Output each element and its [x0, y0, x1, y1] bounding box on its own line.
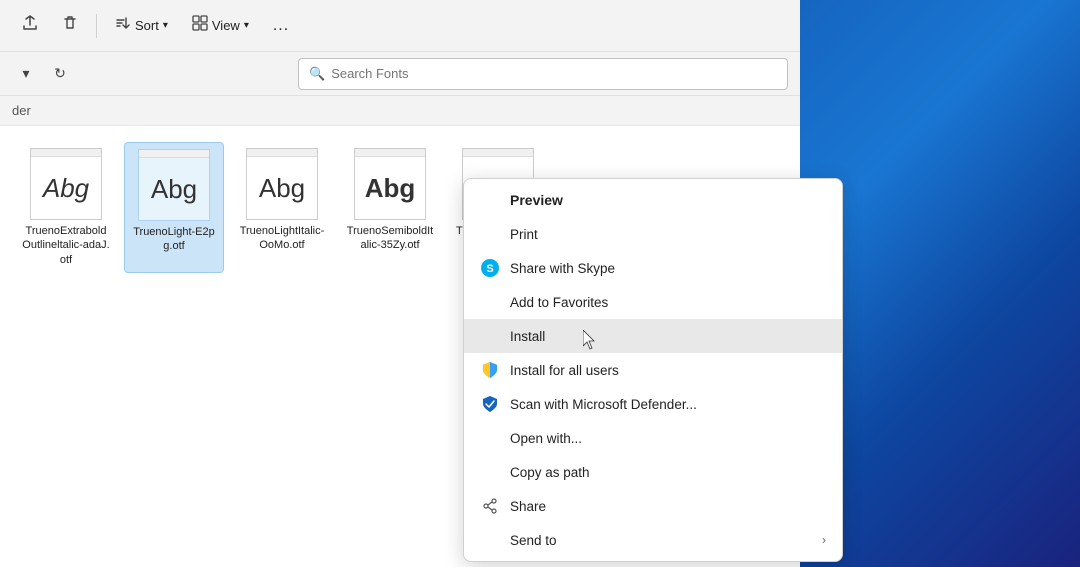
svg-text:S: S	[486, 263, 493, 275]
print-label: Print	[510, 227, 538, 242]
install-all-label: Install for all users	[510, 363, 619, 378]
view-button[interactable]: View ▾	[182, 10, 259, 41]
share-skype-label: Share with Skype	[510, 261, 615, 276]
search-input[interactable]	[331, 66, 777, 81]
share-label: Share	[510, 499, 546, 514]
font-label-3: TruenoLightItalic-OoMo.otf	[238, 224, 326, 253]
more-label: ...	[273, 17, 289, 35]
refresh-icon: ↻	[54, 65, 66, 82]
font-icon-2: Abg	[138, 149, 210, 221]
font-icon-3: Abg	[246, 148, 318, 220]
menu-item-add-favorites[interactable]: Add to Favorites	[464, 285, 842, 319]
font-item-1[interactable]: Abg TruenoExtraboldOutlineltalic-adaJ.otf	[16, 142, 116, 273]
dropdown-button[interactable]: ▾	[12, 60, 40, 88]
sort-button[interactable]: Sort ▾	[105, 10, 178, 41]
copy-path-icon	[480, 462, 500, 482]
toolbar: Sort ▾ View ▾ ...	[0, 0, 800, 52]
delete-button[interactable]	[52, 10, 88, 41]
font-preview-1: Abg	[43, 173, 89, 204]
trash-icon	[62, 15, 78, 36]
refresh-button[interactable]: ↻	[46, 60, 74, 88]
install-label: Install	[510, 329, 545, 344]
menu-item-share-skype[interactable]: S Share with Skype	[464, 251, 842, 285]
menu-item-install[interactable]: Install	[464, 319, 842, 353]
font-icon-4: Abg	[354, 148, 426, 220]
share-button[interactable]	[12, 10, 48, 41]
send-to-icon	[480, 530, 500, 550]
share-icon	[22, 15, 38, 36]
sort-label: Sort	[135, 18, 159, 33]
view-icon	[192, 15, 208, 36]
arrow-icon: ›	[822, 533, 826, 547]
send-to-label: Send to	[510, 533, 557, 548]
breadcrumb-text: der	[12, 103, 31, 118]
menu-item-preview[interactable]: Preview	[464, 183, 842, 217]
view-label: View	[212, 18, 240, 33]
menu-item-share[interactable]: Share	[464, 489, 842, 523]
chevron-down-icon: ▾	[22, 65, 29, 82]
print-icon	[480, 224, 500, 244]
font-item-2[interactable]: Abg TruenoLight-E2pg.otf	[124, 142, 224, 273]
sort-chevron: ▾	[163, 20, 168, 31]
more-button[interactable]: ...	[263, 12, 299, 40]
font-label-1: TruenoExtraboldOutlineltalic-adaJ.otf	[22, 224, 110, 267]
defender-icon	[480, 394, 500, 414]
font-preview-2: Abg	[151, 174, 197, 205]
add-favorites-label: Add to Favorites	[510, 295, 608, 310]
address-bar: ▾ ↻ 🔍	[0, 52, 800, 96]
preview-icon	[480, 190, 500, 210]
menu-item-send-to[interactable]: Send to ›	[464, 523, 842, 557]
share-icon	[480, 496, 500, 516]
font-item-4[interactable]: Abg TruenoSemiboldItalic-35Zy.otf	[340, 142, 440, 273]
separator1	[96, 14, 97, 38]
copy-path-label: Copy as path	[510, 465, 590, 480]
install-all-icon	[480, 360, 500, 380]
font-item-3[interactable]: Abg TruenoLightItalic-OoMo.otf	[232, 142, 332, 273]
defender-label: Scan with Microsoft Defender...	[510, 397, 697, 412]
sort-icon	[115, 15, 131, 36]
share-skype-icon: S	[480, 258, 500, 278]
add-favorites-icon	[480, 292, 500, 312]
context-menu: Preview Print S Share with Skype Add to Fa…	[463, 178, 843, 562]
search-icon: 🔍	[309, 66, 325, 82]
menu-item-open-with[interactable]: Open with...	[464, 421, 842, 455]
breadcrumb: der	[0, 96, 800, 126]
open-with-label: Open with...	[510, 431, 582, 446]
search-box: 🔍	[298, 58, 788, 90]
font-preview-3: Abg	[259, 173, 305, 204]
font-label-4: TruenoSemiboldItalic-35Zy.otf	[346, 224, 434, 253]
menu-item-print[interactable]: Print	[464, 217, 842, 251]
font-icon-1: Abg	[30, 148, 102, 220]
install-icon	[480, 326, 500, 346]
menu-item-defender[interactable]: Scan with Microsoft Defender...	[464, 387, 842, 421]
view-chevron: ▾	[244, 20, 249, 31]
open-with-icon	[480, 428, 500, 448]
font-label-2: TruenoLight-E2pg.otf	[131, 225, 217, 254]
menu-item-copy-path[interactable]: Copy as path	[464, 455, 842, 489]
preview-label: Preview	[510, 192, 563, 208]
menu-item-install-all[interactable]: Install for all users	[464, 353, 842, 387]
font-preview-4: Abg	[365, 173, 416, 204]
